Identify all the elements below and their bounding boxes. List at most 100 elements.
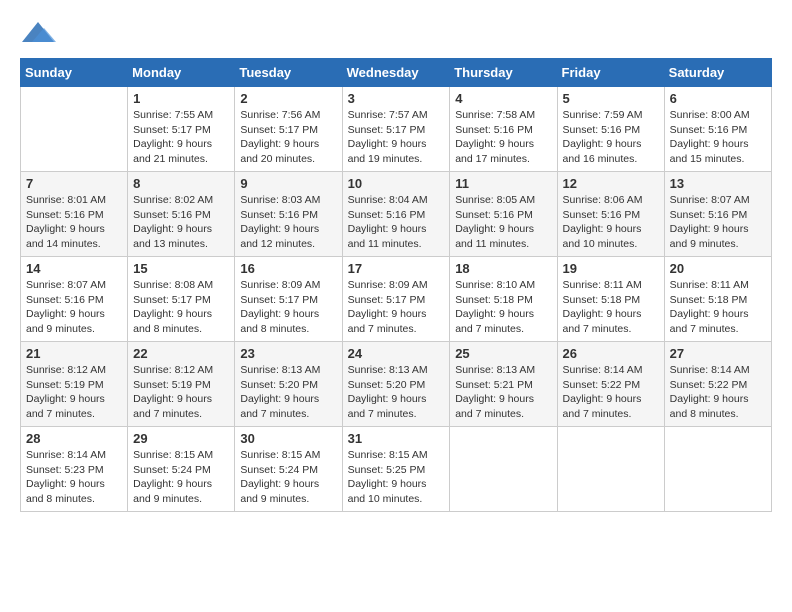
day-number: 27 — [670, 346, 766, 361]
day-info: Sunrise: 8:03 AMSunset: 5:16 PMDaylight:… — [240, 193, 336, 252]
calendar-cell: 1 Sunrise: 7:55 AMSunset: 5:17 PMDaylight… — [128, 87, 235, 172]
day-info: Sunrise: 8:15 AMSunset: 5:24 PMDaylight:… — [133, 448, 229, 507]
day-info: Sunrise: 8:10 AMSunset: 5:18 PMDaylight:… — [455, 278, 551, 337]
day-info: Sunrise: 8:05 AMSunset: 5:16 PMDaylight:… — [455, 193, 551, 252]
day-info: Sunrise: 8:13 AMSunset: 5:21 PMDaylight:… — [455, 363, 551, 422]
day-number: 19 — [563, 261, 659, 276]
calendar-cell: 22 Sunrise: 8:12 AMSunset: 5:19 PMDayligh… — [128, 342, 235, 427]
calendar-cell: 4 Sunrise: 7:58 AMSunset: 5:16 PMDaylight… — [450, 87, 557, 172]
day-number: 13 — [670, 176, 766, 191]
day-info: Sunrise: 8:04 AMSunset: 5:16 PMDaylight:… — [348, 193, 445, 252]
day-info: Sunrise: 8:15 AMSunset: 5:25 PMDaylight:… — [348, 448, 445, 507]
calendar-cell: 28Sunrise: 8:14 AMSunset: 5:23 PMDayligh… — [21, 427, 128, 512]
calendar-cell: 11 Sunrise: 8:05 AMSunset: 5:16 PMDayligh… — [450, 172, 557, 257]
calendar-cell: 27 Sunrise: 8:14 AMSunset: 5:22 PMDayligh… — [664, 342, 771, 427]
calendar-cell — [21, 87, 128, 172]
day-number: 20 — [670, 261, 766, 276]
day-info: Sunrise: 8:14 AMSunset: 5:22 PMDaylight:… — [670, 363, 766, 422]
weekday-header-sunday: Sunday — [21, 59, 128, 87]
day-info: Sunrise: 7:59 AMSunset: 5:16 PMDaylight:… — [563, 108, 659, 167]
day-info: Sunrise: 7:56 AMSunset: 5:17 PMDaylight:… — [240, 108, 336, 167]
calendar-cell: 12 Sunrise: 8:06 AMSunset: 5:16 PMDayligh… — [557, 172, 664, 257]
day-number: 12 — [563, 176, 659, 191]
day-number: 22 — [133, 346, 229, 361]
day-number: 23 — [240, 346, 336, 361]
calendar-cell: 6 Sunrise: 8:00 AMSunset: 5:16 PMDaylight… — [664, 87, 771, 172]
day-number: 15 — [133, 261, 229, 276]
day-info: Sunrise: 7:55 AMSunset: 5:17 PMDaylight:… — [133, 108, 229, 167]
day-info: Sunrise: 8:09 AMSunset: 5:17 PMDaylight:… — [348, 278, 445, 337]
day-number: 1 — [133, 91, 229, 106]
calendar-cell: 25Sunrise: 8:13 AMSunset: 5:21 PMDayligh… — [450, 342, 557, 427]
week-row-3: 14 Sunrise: 8:07 AMSunset: 5:16 PMDayligh… — [21, 257, 772, 342]
calendar-cell: 10Sunrise: 8:04 AMSunset: 5:16 PMDayligh… — [342, 172, 450, 257]
day-info: Sunrise: 8:09 AMSunset: 5:17 PMDaylight:… — [240, 278, 336, 337]
day-info: Sunrise: 8:08 AMSunset: 5:17 PMDaylight:… — [133, 278, 229, 337]
calendar-cell: 23 Sunrise: 8:13 AMSunset: 5:20 PMDayligh… — [235, 342, 342, 427]
logo — [20, 20, 58, 48]
day-number: 5 — [563, 91, 659, 106]
calendar-cell: 18 Sunrise: 8:10 AMSunset: 5:18 PMDayligh… — [450, 257, 557, 342]
calendar-cell: 7Sunrise: 8:01 AMSunset: 5:16 PMDaylight… — [21, 172, 128, 257]
week-row-1: 1 Sunrise: 7:55 AMSunset: 5:17 PMDaylight… — [21, 87, 772, 172]
weekday-header-row: SundayMondayTuesdayWednesdayThursdayFrid… — [21, 59, 772, 87]
day-info: Sunrise: 7:58 AMSunset: 5:16 PMDaylight:… — [455, 108, 551, 167]
day-number: 3 — [348, 91, 445, 106]
calendar-cell: 19 Sunrise: 8:11 AMSunset: 5:18 PMDayligh… — [557, 257, 664, 342]
day-number: 31 — [348, 431, 445, 446]
calendar-cell: 14 Sunrise: 8:07 AMSunset: 5:16 PMDayligh… — [21, 257, 128, 342]
calendar-cell: 21Sunrise: 8:12 AMSunset: 5:19 PMDayligh… — [21, 342, 128, 427]
calendar-cell: 29 Sunrise: 8:15 AMSunset: 5:24 PMDayligh… — [128, 427, 235, 512]
weekday-header-thursday: Thursday — [450, 59, 557, 87]
day-info: Sunrise: 8:07 AMSunset: 5:16 PMDaylight:… — [670, 193, 766, 252]
day-number: 2 — [240, 91, 336, 106]
day-info: Sunrise: 8:13 AMSunset: 5:20 PMDaylight:… — [240, 363, 336, 422]
calendar-cell: 8 Sunrise: 8:02 AMSunset: 5:16 PMDaylight… — [128, 172, 235, 257]
day-info: Sunrise: 8:11 AMSunset: 5:18 PMDaylight:… — [670, 278, 766, 337]
day-number: 6 — [670, 91, 766, 106]
day-info: Sunrise: 8:11 AMSunset: 5:18 PMDaylight:… — [563, 278, 659, 337]
day-info: Sunrise: 8:12 AMSunset: 5:19 PMDaylight:… — [133, 363, 229, 422]
calendar-cell: 2 Sunrise: 7:56 AMSunset: 5:17 PMDaylight… — [235, 87, 342, 172]
weekday-header-wednesday: Wednesday — [342, 59, 450, 87]
day-number: 4 — [455, 91, 551, 106]
calendar-cell: 26Sunrise: 8:14 AMSunset: 5:22 PMDayligh… — [557, 342, 664, 427]
day-number: 26 — [563, 346, 659, 361]
day-number: 8 — [133, 176, 229, 191]
weekday-header-monday: Monday — [128, 59, 235, 87]
day-number: 7 — [26, 176, 122, 191]
calendar-cell: 15 Sunrise: 8:08 AMSunset: 5:17 PMDayligh… — [128, 257, 235, 342]
day-number: 17 — [348, 261, 445, 276]
day-number: 18 — [455, 261, 551, 276]
calendar-cell: 17 Sunrise: 8:09 AMSunset: 5:17 PMDayligh… — [342, 257, 450, 342]
calendar-cell — [450, 427, 557, 512]
day-info: Sunrise: 8:13 AMSunset: 5:20 PMDaylight:… — [348, 363, 445, 422]
calendar-table: SundayMondayTuesdayWednesdayThursdayFrid… — [20, 58, 772, 512]
day-info: Sunrise: 8:15 AMSunset: 5:24 PMDaylight:… — [240, 448, 336, 507]
calendar-cell: 9 Sunrise: 8:03 AMSunset: 5:16 PMDaylight… — [235, 172, 342, 257]
weekday-header-saturday: Saturday — [664, 59, 771, 87]
week-row-4: 21Sunrise: 8:12 AMSunset: 5:19 PMDayligh… — [21, 342, 772, 427]
week-row-5: 28Sunrise: 8:14 AMSunset: 5:23 PMDayligh… — [21, 427, 772, 512]
day-info: Sunrise: 8:00 AMSunset: 5:16 PMDaylight:… — [670, 108, 766, 167]
day-number: 24 — [348, 346, 445, 361]
calendar-cell — [664, 427, 771, 512]
day-number: 14 — [26, 261, 122, 276]
weekday-header-tuesday: Tuesday — [235, 59, 342, 87]
logo-icon — [20, 20, 56, 48]
day-info: Sunrise: 7:57 AMSunset: 5:17 PMDaylight:… — [348, 108, 445, 167]
calendar-cell — [557, 427, 664, 512]
day-info: Sunrise: 8:06 AMSunset: 5:16 PMDaylight:… — [563, 193, 659, 252]
calendar-cell: 30Sunrise: 8:15 AMSunset: 5:24 PMDayligh… — [235, 427, 342, 512]
day-info: Sunrise: 8:07 AMSunset: 5:16 PMDaylight:… — [26, 278, 122, 337]
day-number: 29 — [133, 431, 229, 446]
day-info: Sunrise: 8:12 AMSunset: 5:19 PMDaylight:… — [26, 363, 122, 422]
day-number: 11 — [455, 176, 551, 191]
weekday-header-friday: Friday — [557, 59, 664, 87]
calendar-cell: 24 Sunrise: 8:13 AMSunset: 5:20 PMDayligh… — [342, 342, 450, 427]
calendar-cell: 20 Sunrise: 8:11 AMSunset: 5:18 PMDayligh… — [664, 257, 771, 342]
day-number: 9 — [240, 176, 336, 191]
calendar-cell: 16Sunrise: 8:09 AMSunset: 5:17 PMDayligh… — [235, 257, 342, 342]
day-info: Sunrise: 8:02 AMSunset: 5:16 PMDaylight:… — [133, 193, 229, 252]
calendar-cell: 13 Sunrise: 8:07 AMSunset: 5:16 PMDayligh… — [664, 172, 771, 257]
